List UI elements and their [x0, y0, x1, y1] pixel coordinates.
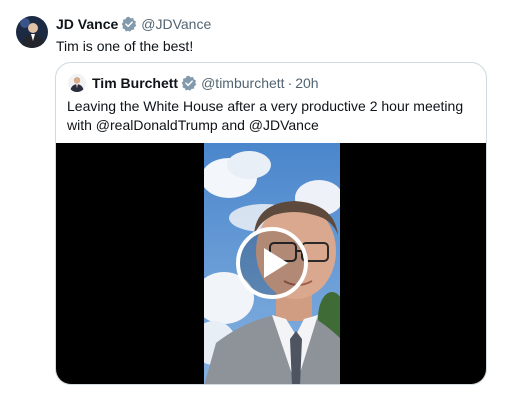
quoted-verified-badge-icon: [181, 75, 197, 91]
quoted-tweet-header: Tim Burchett @timburchett · 20h: [92, 74, 319, 92]
tweet-header: JD Vance @JDVance: [56, 15, 211, 33]
quoted-author-name[interactable]: Tim Burchett: [92, 74, 178, 92]
author-name[interactable]: JD Vance: [56, 15, 118, 33]
author-handle[interactable]: @JDVance: [141, 15, 211, 33]
separator-dot: ·: [287, 75, 293, 91]
video-player[interactable]: [56, 143, 486, 384]
quoted-tweet-text: Leaving the White House after a very pro…: [67, 98, 464, 133]
quoted-tweet-card[interactable]: Tim Burchett @timburchett · 20h Leaving …: [55, 62, 487, 385]
author-avatar[interactable]: [16, 16, 48, 48]
quoted-author-handle[interactable]: @timburchett: [201, 74, 284, 92]
play-icon[interactable]: [236, 227, 308, 299]
quoted-timestamp[interactable]: 20h: [295, 74, 318, 92]
tweet-text: Tim is one of the best!: [56, 38, 194, 54]
quoted-author-avatar[interactable]: [68, 74, 86, 92]
verified-badge-icon: [121, 16, 137, 32]
